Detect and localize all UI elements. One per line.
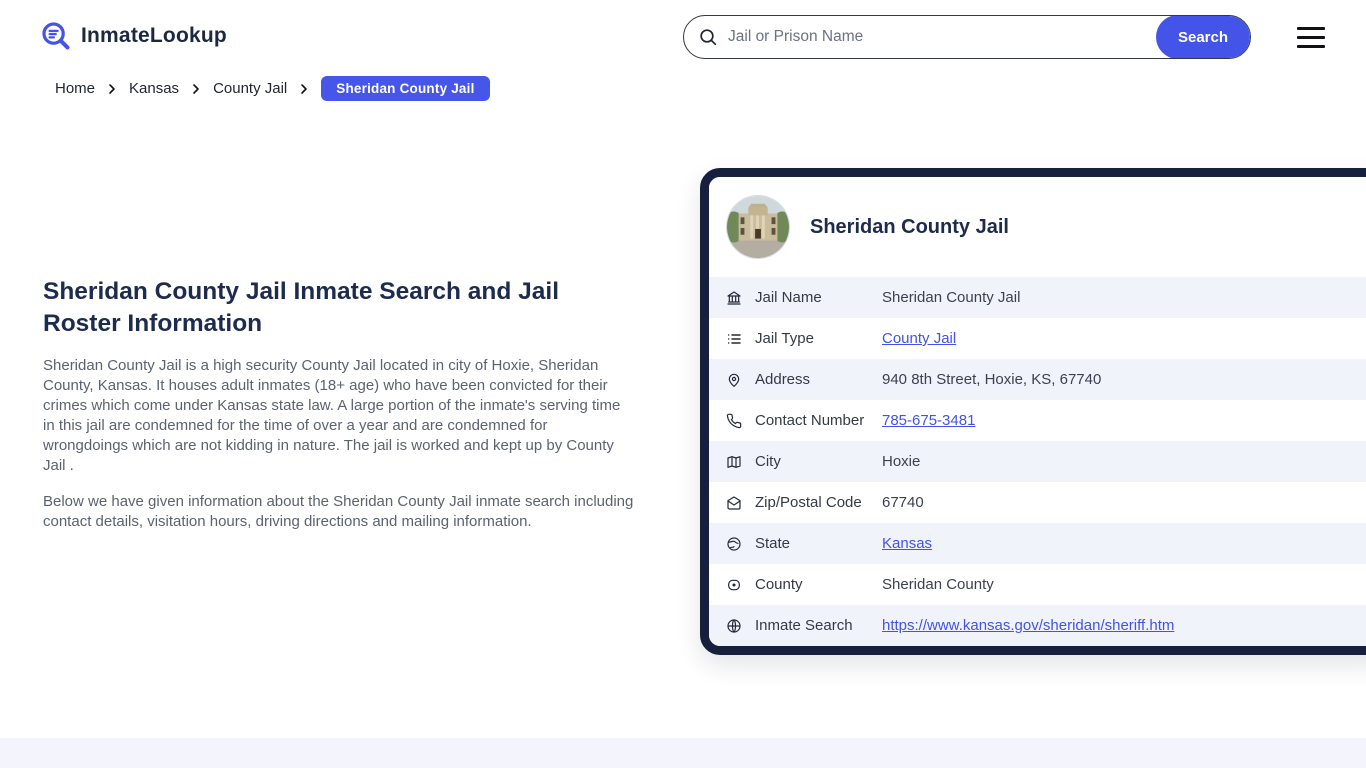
brand-name: InmateLookup [81,24,227,47]
info-rows: Jail Name Sheridan County Jail Jail Type Co… [709,277,1366,646]
brand-logo[interactable]: InmateLookup [40,20,227,52]
magnifier-list-icon [40,20,72,52]
search-input[interactable] [718,28,1156,46]
phone-icon [726,413,742,429]
earth-icon [726,536,742,552]
card-header: Sheridan County Jail [709,177,1366,277]
info-row: Jail Name Sheridan County Jail [709,277,1366,318]
breadcrumb-kansas[interactable]: Kansas [129,80,179,97]
breadcrumb: Home Kansas County Jail Sheridan County … [55,76,490,101]
search-icon [698,27,718,47]
info-row: Jail Type County Jail [709,318,1366,359]
row-value: Sheridan County [882,576,994,593]
row-label: Address [755,371,811,388]
pin-icon [726,372,742,388]
row-value: 940 8th Street, Hoxie, KS, 67740 [882,371,1102,388]
row-label: Inmate Search [755,617,853,634]
jail-photo [726,195,790,259]
row-value-link[interactable]: County Jail [882,330,956,347]
row-label: County [755,576,803,593]
row-value-link[interactable]: Kansas [882,535,932,552]
footer-band [0,738,1366,768]
breadcrumb-county-jail[interactable]: County Jail [213,80,287,97]
summary-paragraph: Below we have given information about th… [43,493,634,530]
bank-icon [726,290,742,306]
map-icon [726,454,742,470]
globe-icon [726,618,742,634]
search-button[interactable]: Search [1156,16,1250,58]
row-value-link[interactable]: 785-675-3481 [882,412,975,429]
row-label: Contact Number [755,412,865,429]
row-label: Jail Name [755,289,822,306]
search-bar: Search [683,15,1251,59]
row-value: Sheridan County Jail [882,289,1021,306]
info-row: Contact Number 785-675-3481 [709,400,1366,441]
info-row: County Sheridan County [709,564,1366,605]
row-label: City [755,453,781,470]
info-row: City Hoxie [709,441,1366,482]
chevron-right-icon [298,83,310,95]
info-row: Address 940 8th Street, Hoxie, KS, 67740 [709,359,1366,400]
row-label: Jail Type [755,330,814,347]
breadcrumb-home[interactable]: Home [55,80,95,97]
mail-icon [726,495,742,511]
chevron-right-icon [106,83,118,95]
row-value-link[interactable]: https://www.kansas.gov/sheridan/sheriff.… [882,617,1174,634]
menu-icon[interactable] [1297,27,1325,48]
intro-paragraph: Sheridan County Jail is a high security … [43,357,621,474]
info-row: State Kansas [709,523,1366,564]
county-icon [726,577,742,593]
chevron-right-icon [190,83,202,95]
row-label: State [755,535,791,552]
card-title: Sheridan County Jail [810,215,1009,238]
row-value: 67740 [882,494,924,511]
row-label: Zip/Postal Code [755,494,862,511]
info-row: Zip/Postal Code 67740 [709,482,1366,523]
jail-info-card: Sheridan County Jail Jail Name Sheridan C… [700,168,1366,655]
page-title: Sheridan County Jail Inmate Search and J… [43,278,560,337]
breadcrumb-current-badge: Sheridan County Jail [321,76,490,101]
list-icon [726,331,742,347]
row-value: Hoxie [882,453,921,470]
info-row: Inmate Search https://www.kansas.gov/sher… [709,605,1366,646]
